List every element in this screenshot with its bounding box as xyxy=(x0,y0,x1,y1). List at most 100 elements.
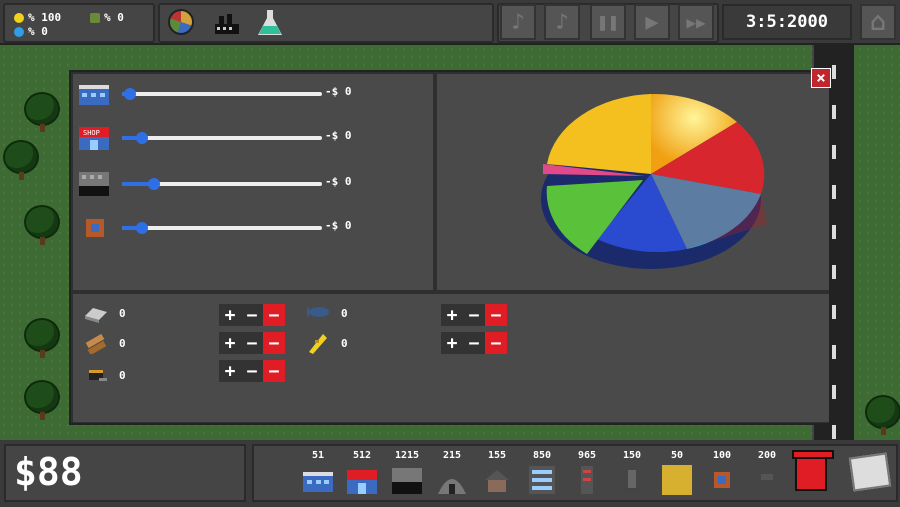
sell-button[interactable]: − xyxy=(463,332,485,354)
trade-controls-coal: + − − xyxy=(219,360,285,382)
price-slider-office[interactable] xyxy=(122,88,322,100)
fast-forward-button[interactable]: ▶▶ xyxy=(678,4,714,40)
price-label-office: -$ 0 xyxy=(325,85,352,98)
sell-button[interactable]: − xyxy=(241,360,263,382)
buy-button[interactable]: + xyxy=(219,332,241,354)
close-icon: × xyxy=(816,68,826,87)
resource-row-metal: 0 xyxy=(83,302,126,324)
buy-button[interactable]: + xyxy=(219,304,241,326)
economy-dialog: -$ 0 SHOP -$ 0 -$ 0 -$ 0 0 0 0 0 0 + − −… xyxy=(69,70,831,425)
metal-icon xyxy=(85,308,107,323)
sell-button[interactable]: − xyxy=(241,332,263,354)
price-slider-shop[interactable] xyxy=(122,132,322,144)
pollution-value: % 0 xyxy=(28,25,48,38)
newspaper-icon[interactable] xyxy=(848,452,892,492)
slider-row-shop: SHOP -$ 0 xyxy=(78,124,428,152)
build-tower[interactable]: 965 xyxy=(567,450,607,499)
music-on-button[interactable]: ♪ xyxy=(500,4,536,40)
shop-building-icon: SHOP xyxy=(79,127,109,150)
cost-label: 50 xyxy=(670,450,684,461)
office-icon xyxy=(303,472,333,492)
factory-icon[interactable] xyxy=(213,12,241,36)
play-button[interactable]: ▶ xyxy=(634,4,670,40)
sell-button[interactable]: − xyxy=(241,304,263,326)
clock-text: 3:5:2000 xyxy=(746,12,828,32)
pollution-icon xyxy=(14,26,24,37)
home-icon: ⌂ xyxy=(870,7,886,37)
music-note-off-icon: ♪ xyxy=(555,9,569,35)
svg-text:SHOP: SHOP xyxy=(83,129,100,137)
cost-label: 200 xyxy=(757,450,777,461)
build-warehouse[interactable]: 1215 xyxy=(387,450,427,499)
price-sliders-panel: -$ 0 SHOP -$ 0 -$ 0 -$ 0 xyxy=(73,74,433,290)
slider-knob[interactable] xyxy=(136,132,148,144)
coal-count: 0 xyxy=(119,368,126,382)
trade-controls-fish: + − − xyxy=(441,304,507,326)
tree xyxy=(3,140,39,180)
tree xyxy=(865,395,900,435)
sell-all-button[interactable]: − xyxy=(485,304,507,326)
buy-button[interactable]: + xyxy=(441,304,463,326)
game-clock: 3:5:2000 xyxy=(722,4,852,40)
house-icon xyxy=(485,470,509,492)
price-slider-factory[interactable] xyxy=(122,178,322,190)
flask-icon[interactable] xyxy=(257,9,283,37)
tools-panel xyxy=(158,3,494,43)
music-off-button[interactable]: ♪ xyxy=(544,4,580,40)
buy-button[interactable]: + xyxy=(441,332,463,354)
sell-all-button[interactable]: − xyxy=(263,360,285,382)
home-button[interactable]: ⌂ xyxy=(860,4,896,40)
cost-label: 1215 xyxy=(394,450,420,461)
build-office[interactable]: 51 xyxy=(298,450,338,499)
play-icon: ▶ xyxy=(645,9,659,35)
office-building-icon xyxy=(79,85,109,105)
resources-panel: 0 0 0 0 0 + − − + − − + − − + − − + − − xyxy=(73,294,829,422)
price-label-factory: -$ 0 xyxy=(325,175,352,188)
smiley-icon xyxy=(14,12,24,23)
price-label-shop: -$ 0 xyxy=(325,129,352,142)
resource-row-fish: 0 xyxy=(305,302,348,324)
cost-label: 51 xyxy=(311,450,325,461)
happiness-stat: % 100 xyxy=(14,11,61,24)
build-device[interactable]: 100 xyxy=(702,450,742,499)
empty-lot-icon xyxy=(761,474,773,480)
money-display: $88 xyxy=(4,444,246,502)
slider-knob[interactable] xyxy=(124,88,136,100)
build-empty-lot[interactable]: 200 xyxy=(747,450,787,499)
wheat-icon xyxy=(309,334,327,354)
statue-icon xyxy=(624,470,640,494)
sell-button[interactable]: − xyxy=(463,304,485,326)
wheat-count: 0 xyxy=(341,336,348,350)
worker-icon xyxy=(90,12,100,23)
sell-all-button[interactable]: − xyxy=(263,332,285,354)
slider-knob[interactable] xyxy=(148,178,160,190)
buy-button[interactable]: + xyxy=(219,360,241,382)
build-field[interactable]: 50 xyxy=(657,450,697,499)
sell-all-button[interactable]: − xyxy=(263,304,285,326)
factory-building-icon xyxy=(79,172,109,196)
tree xyxy=(24,205,60,245)
slider-knob[interactable] xyxy=(136,222,148,234)
resource-row-coal: 0 xyxy=(83,364,126,386)
pause-button[interactable]: ❚❚ xyxy=(590,4,626,40)
build-statue[interactable]: 150 xyxy=(612,450,652,499)
fish-count: 0 xyxy=(341,306,348,320)
field-icon xyxy=(662,465,692,495)
build-apartment[interactable]: 850 xyxy=(522,450,562,499)
build-shop[interactable]: 512 xyxy=(342,450,382,499)
tree xyxy=(24,380,60,420)
sell-all-button[interactable]: − xyxy=(485,332,507,354)
coal-icon xyxy=(89,370,107,381)
tree xyxy=(24,92,60,132)
trade-controls-wood: + − − xyxy=(219,332,285,354)
build-mine[interactable]: 215 xyxy=(432,450,472,499)
cost-label: 512 xyxy=(352,450,372,461)
trash-icon[interactable] xyxy=(792,450,834,491)
tree xyxy=(24,318,60,358)
money-value: $88 xyxy=(14,450,83,494)
build-house[interactable]: 155 xyxy=(477,450,517,499)
price-slider-device[interactable] xyxy=(122,222,322,234)
pie-chart-icon[interactable] xyxy=(168,9,194,35)
close-button[interactable]: × xyxy=(811,68,831,88)
trade-controls-wheat: + − − xyxy=(441,332,507,354)
